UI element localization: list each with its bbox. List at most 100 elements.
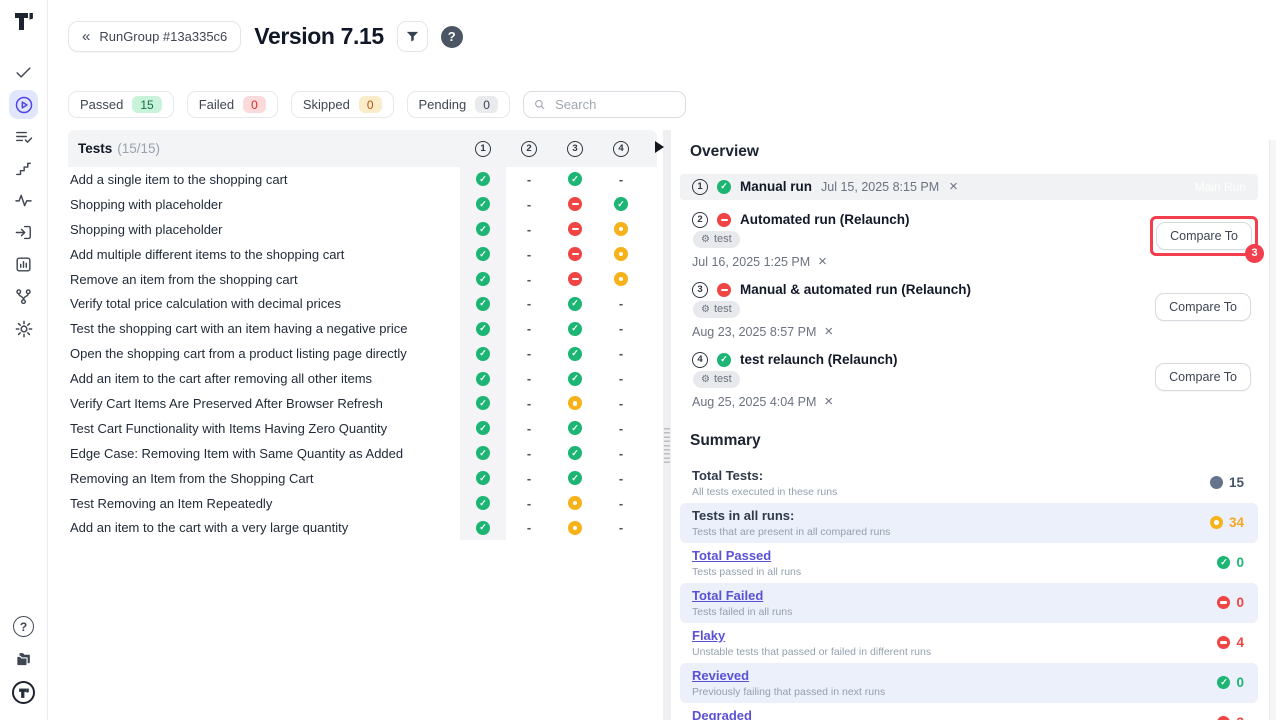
summary-label: Total Tests: <box>692 468 837 483</box>
app-logo-icon[interactable] <box>10 7 38 35</box>
vertical-scrollbar[interactable] <box>1269 140 1276 720</box>
filter-button[interactable] <box>397 21 428 52</box>
run-item: 1Manual runJul 15, 2025 8:15 PMMain Run <box>680 174 1258 200</box>
filter-chip-skipped[interactable]: Skipped0 <box>291 91 394 118</box>
status-empty <box>527 247 531 261</box>
test-row[interactable]: Add a single item to the shopping cart <box>68 167 657 192</box>
test-row[interactable]: Add an item to the cart with a very larg… <box>68 515 657 540</box>
import-icon[interactable] <box>9 218 38 247</box>
overview-panel: Overview 1Manual runJul 15, 2025 8:15 PM… <box>680 130 1258 720</box>
collapse-panel-arrow-icon[interactable] <box>655 141 664 153</box>
summary-description: Tests failed in all runs <box>692 606 792 618</box>
tests-table-title: Tests <box>78 141 112 156</box>
summary-link[interactable]: Degraded <box>692 708 883 720</box>
test-row[interactable]: Edge Case: Removing Item with Same Quant… <box>68 441 657 466</box>
status-pass-icon <box>476 471 490 485</box>
summary-link[interactable]: Total Passed <box>692 548 801 563</box>
close-run-icon[interactable] <box>818 254 827 269</box>
test-name: Test the shopping cart with an item havi… <box>68 321 407 336</box>
column-number-2[interactable]: 2 <box>521 141 537 157</box>
column-number-1[interactable]: 1 <box>475 141 491 157</box>
summary-link[interactable]: Total Failed <box>692 588 792 603</box>
test-row[interactable]: Verify total price calculation with deci… <box>68 291 657 316</box>
page-title: Version 7.15 <box>254 23 383 50</box>
status-pass-icon <box>568 421 582 435</box>
summary-link[interactable]: Flaky <box>692 628 931 643</box>
search-input[interactable] <box>553 96 675 113</box>
run-tag-badge: test <box>693 301 740 318</box>
folders-icon[interactable] <box>9 645 38 674</box>
run-date: Jul 15, 2025 8:15 PM <box>821 180 939 194</box>
test-row[interactable]: Shopping with placeholder <box>68 192 657 217</box>
gear-icon[interactable] <box>9 314 38 343</box>
close-run-icon[interactable] <box>824 394 833 409</box>
summary-link[interactable]: Revieved <box>692 668 885 683</box>
summary-count: 0 <box>1236 595 1244 610</box>
status-pass-icon <box>568 471 582 485</box>
check-icon[interactable] <box>9 58 38 87</box>
help-circle-icon[interactable] <box>9 612 38 641</box>
test-row[interactable]: Removing an Item from the Shopping Cart <box>68 466 657 491</box>
test-name: Shopping with placeholder <box>68 197 223 212</box>
logo-circle-icon[interactable] <box>9 678 38 707</box>
status-fail-icon <box>1217 636 1230 649</box>
status-empty <box>619 322 623 336</box>
status-empty <box>527 396 531 410</box>
status-pass-icon <box>476 446 490 460</box>
test-row[interactable]: Remove an item from the shopping cart <box>68 267 657 292</box>
summary-row: Revieved Previously failing that passed i… <box>680 663 1258 703</box>
status-pass-icon <box>476 396 490 410</box>
status-neutral-icon <box>1210 476 1223 489</box>
column-number-4[interactable]: 4 <box>613 141 629 157</box>
test-name: Remove an item from the shopping cart <box>68 272 298 287</box>
status-pass-icon <box>568 372 582 386</box>
summary-label: Tests in all runs: <box>692 508 890 523</box>
test-row[interactable]: Test the shopping cart with an item havi… <box>68 316 657 341</box>
status-empty <box>619 396 623 410</box>
status-pass-icon <box>476 496 490 510</box>
status-skip-icon <box>614 272 628 286</box>
filter-chip-label: Pending <box>419 97 467 112</box>
test-row[interactable]: Add multiple different items to the shop… <box>68 242 657 267</box>
sidebar <box>0 0 48 720</box>
play-circle-icon[interactable] <box>9 90 38 119</box>
test-row[interactable]: Test Removing an Item Repeatedly <box>68 491 657 516</box>
status-empty <box>527 421 531 435</box>
filter-chip-pending[interactable]: Pending0 <box>407 91 510 118</box>
run-date: Aug 23, 2025 8:57 PM <box>692 325 816 339</box>
status-fail-icon <box>568 222 582 236</box>
tests-table-header: Tests (15/15) 1234 <box>68 130 657 167</box>
branch-icon[interactable] <box>9 282 38 311</box>
run-number: 4 <box>692 352 708 368</box>
test-row[interactable]: Verify Cart Items Are Preserved After Br… <box>68 391 657 416</box>
filter-chip-passed[interactable]: Passed15 <box>68 91 174 118</box>
close-run-icon[interactable] <box>949 179 958 194</box>
activity-icon[interactable] <box>9 186 38 215</box>
stairs-icon[interactable] <box>9 154 38 183</box>
status-fail-icon <box>717 283 731 297</box>
summary-description: Previously failing that passed in next r… <box>692 686 885 698</box>
status-empty <box>527 322 531 336</box>
help-button[interactable] <box>441 26 463 48</box>
test-row[interactable]: Add an item to the cart after removing a… <box>68 366 657 391</box>
tests-table-body: Add a single item to the shopping cart Sh… <box>68 167 657 540</box>
filter-chip-failed[interactable]: Failed0 <box>187 91 278 118</box>
compare-to-button[interactable]: Compare To <box>1156 222 1252 250</box>
status-skip-icon <box>568 496 582 510</box>
compare-to-button[interactable]: Compare To <box>1155 293 1251 321</box>
summary-title: Summary <box>680 432 1258 450</box>
back-to-rungroup-button[interactable]: RunGroup #13a335c6 <box>68 21 241 52</box>
bar-chart-icon[interactable] <box>9 250 38 279</box>
list-check-icon[interactable] <box>9 122 38 151</box>
divider-drag-handle[interactable] <box>664 428 670 465</box>
test-row[interactable]: Shopping with placeholder <box>68 217 657 242</box>
search-icon <box>534 98 545 111</box>
test-name: Test Cart Functionality with Items Havin… <box>68 421 387 436</box>
status-empty <box>619 297 623 311</box>
test-row[interactable]: Test Cart Functionality with Items Havin… <box>68 416 657 441</box>
test-row[interactable]: Open the shopping cart from a product li… <box>68 341 657 366</box>
compare-to-button[interactable]: Compare To <box>1155 363 1251 391</box>
close-run-icon[interactable] <box>824 324 833 339</box>
run-name: Manual run <box>740 179 812 194</box>
column-number-3[interactable]: 3 <box>567 141 583 157</box>
